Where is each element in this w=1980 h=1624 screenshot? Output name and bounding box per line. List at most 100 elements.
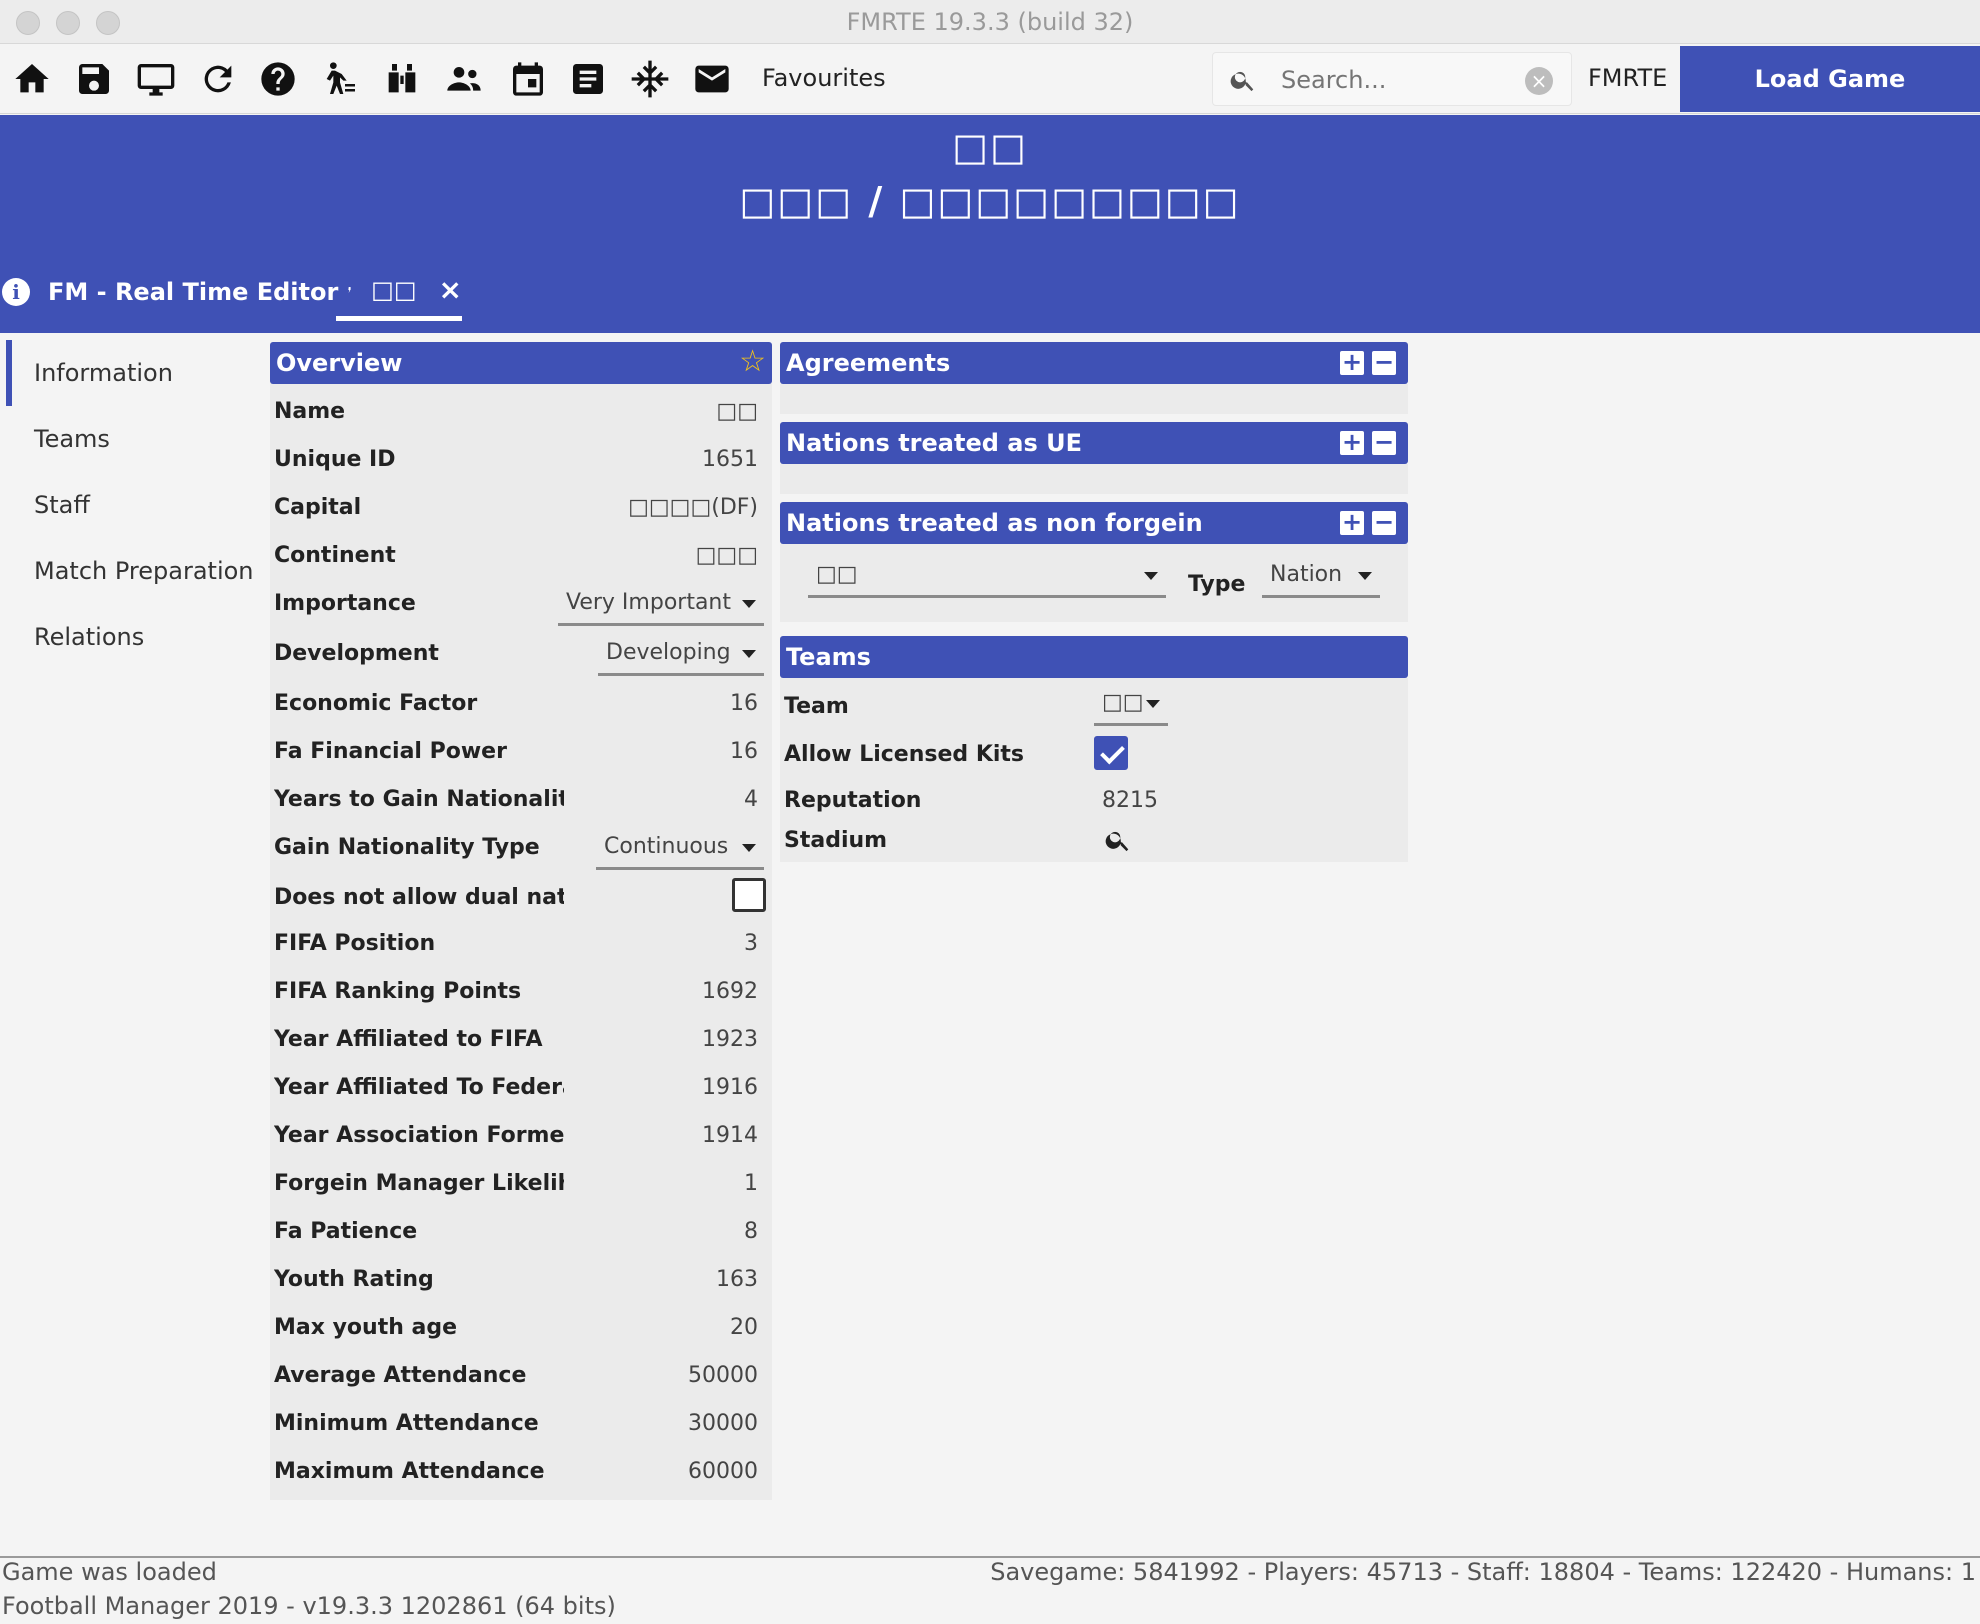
save-icon[interactable] xyxy=(72,57,116,101)
field-allow-licensed-kits: Allow Licensed Kits xyxy=(784,734,1408,776)
field-value[interactable]: 1914 xyxy=(702,1123,758,1148)
nations-nonforeign-title: Nations treated as non forgein xyxy=(786,509,1203,537)
sidebar-item-staff[interactable]: Staff xyxy=(0,472,258,538)
development-dropdown[interactable]: Developing xyxy=(598,636,764,676)
mail-icon[interactable] xyxy=(690,57,734,101)
nations-ue-header: Nations treated as UE + − xyxy=(780,422,1408,464)
field-value[interactable]: 30000 xyxy=(688,1411,758,1436)
search-icon[interactable] xyxy=(1104,826,1132,854)
field-value[interactable]: 1651 xyxy=(702,447,758,472)
field-foreign-manager-likelihood: Forgein Manager Likelihood 1 xyxy=(274,1160,768,1208)
settings-icon[interactable] xyxy=(628,57,672,101)
field-value[interactable]: 4 xyxy=(744,787,758,812)
clear-search-icon[interactable]: × xyxy=(1525,67,1553,95)
gain-nationality-type-dropdown[interactable]: Continuous xyxy=(596,830,764,870)
field-label: Reputation xyxy=(784,788,922,813)
sidebar-item-match-preparation[interactable]: Match Preparation xyxy=(0,538,258,604)
field-value[interactable]: 1 xyxy=(744,1171,758,1196)
transfer-icon[interactable] xyxy=(318,57,362,101)
licensed-kits-checkbox[interactable] xyxy=(1094,736,1128,770)
tab-label: □□ xyxy=(371,275,417,304)
field-label: Gain Nationality Type xyxy=(274,835,540,860)
calendar-icon[interactable] xyxy=(506,57,550,101)
field-value[interactable]: 1916 xyxy=(702,1075,758,1100)
field-value[interactable]: 60000 xyxy=(688,1459,758,1484)
field-value[interactable]: 16 xyxy=(730,691,758,716)
field-label: Fa Financial Power xyxy=(274,739,507,764)
field-fa-financial-power: Fa Financial Power 16 xyxy=(274,728,768,776)
nations-nonforeign-body: □□ Type Nation xyxy=(780,544,1408,622)
field-label: Team xyxy=(784,694,849,719)
entity-title: □□ xyxy=(952,125,1028,169)
add-icon[interactable]: + xyxy=(1340,350,1364,375)
field-label: Name xyxy=(274,399,346,424)
field-fifa-ranking-points: FIFA Ranking Points 1692 xyxy=(274,968,768,1016)
field-importance: Importance Very Important xyxy=(274,580,768,628)
field-unique-id: Unique ID 1651 xyxy=(274,436,768,484)
load-game-button[interactable]: Load Game xyxy=(1680,46,1980,112)
field-label: Capital xyxy=(274,495,362,520)
refresh-icon[interactable] xyxy=(196,57,240,101)
toolbar: Favourites × FMRTE Load Game xyxy=(0,44,1980,114)
add-icon[interactable]: + xyxy=(1340,430,1364,455)
sidebar-item-information[interactable]: Information xyxy=(0,340,258,406)
add-icon[interactable]: + xyxy=(1340,510,1364,535)
field-maximum-attendance: Maximum Attendance 60000 xyxy=(274,1448,768,1496)
field-value[interactable]: □□ xyxy=(716,399,758,424)
field-youth-rating: Youth Rating 163 xyxy=(274,1256,768,1304)
help-icon[interactable] xyxy=(256,57,300,101)
field-value[interactable]: 8 xyxy=(744,1219,758,1244)
status-bar: Game was loaded Football Manager 2019 - … xyxy=(0,1556,1980,1624)
fmrte-label[interactable]: FMRTE xyxy=(1588,64,1667,92)
tab-home[interactable]: i FM - Real Time Editor xyxy=(2,263,338,321)
search-box: × xyxy=(1212,52,1572,106)
field-label: Stadium xyxy=(784,828,888,853)
status-message: Game was loaded xyxy=(2,1558,217,1586)
field-continent: Continent □□□ xyxy=(274,532,768,580)
field-label: FIFA Ranking Points xyxy=(274,979,522,1004)
sidebar: Information Teams Staff Match Preparatio… xyxy=(0,340,258,670)
search-input[interactable] xyxy=(1281,63,1511,97)
dual-nationality-checkbox[interactable] xyxy=(732,878,766,912)
close-tab-icon[interactable]: × xyxy=(439,273,462,306)
field-year-affiliated-federation: Year Affiliated To Federation 1916 xyxy=(274,1064,768,1112)
field-team: Team □□ xyxy=(784,686,1408,728)
type-dropdown[interactable]: Nation xyxy=(1262,558,1380,598)
field-value[interactable]: 1692 xyxy=(702,979,758,1004)
tab-nation[interactable]: □□ × xyxy=(336,263,462,321)
field-dual-nationality: Does not allow dual nationality xyxy=(274,874,768,922)
list-icon[interactable] xyxy=(566,57,610,101)
field-value[interactable]: 50000 xyxy=(688,1363,758,1388)
savegame-stats: Savegame: 5841992 - Players: 45713 - Sta… xyxy=(990,1558,1976,1586)
field-value[interactable]: □□□□(DF) xyxy=(628,495,758,520)
people-icon[interactable] xyxy=(442,57,486,101)
window-title: FMRTE 19.3.3 (build 32) xyxy=(846,8,1134,36)
title-bar: FMRTE 19.3.3 (build 32) xyxy=(0,0,1980,44)
field-value[interactable]: 1923 xyxy=(702,1027,758,1052)
nation-dropdown[interactable]: □□ xyxy=(808,558,1166,598)
monitor-icon[interactable] xyxy=(134,57,178,101)
home-icon[interactable] xyxy=(10,57,54,101)
field-value[interactable]: 20 xyxy=(730,1315,758,1340)
favourite-star-icon[interactable]: ☆ xyxy=(739,346,766,378)
remove-icon[interactable]: − xyxy=(1372,510,1396,535)
remove-icon[interactable]: − xyxy=(1372,350,1396,375)
field-fifa-position: FIFA Position 3 xyxy=(274,920,768,968)
importance-dropdown[interactable]: Very Important xyxy=(558,586,764,626)
overview-header: Overview ☆ xyxy=(270,342,772,384)
team-dropdown[interactable]: □□ xyxy=(1094,686,1168,726)
binoculars-icon[interactable] xyxy=(380,57,424,101)
sidebar-item-teams[interactable]: Teams xyxy=(0,406,258,472)
remove-icon[interactable]: − xyxy=(1372,430,1396,455)
field-value[interactable]: 16 xyxy=(730,739,758,764)
field-label: Fa Patience xyxy=(274,1219,418,1244)
favourites-menu[interactable]: Favourites xyxy=(762,64,886,92)
field-value[interactable]: □□□ xyxy=(696,543,758,568)
info-icon: i xyxy=(2,278,30,306)
field-label: Allow Licensed Kits xyxy=(784,742,1025,767)
reputation-value[interactable]: 8215 xyxy=(1102,788,1158,813)
field-value[interactable]: 3 xyxy=(744,931,758,956)
field-value[interactable]: 163 xyxy=(716,1267,758,1292)
sidebar-item-relations[interactable]: Relations xyxy=(0,604,258,670)
nations-ue-body xyxy=(780,464,1408,494)
